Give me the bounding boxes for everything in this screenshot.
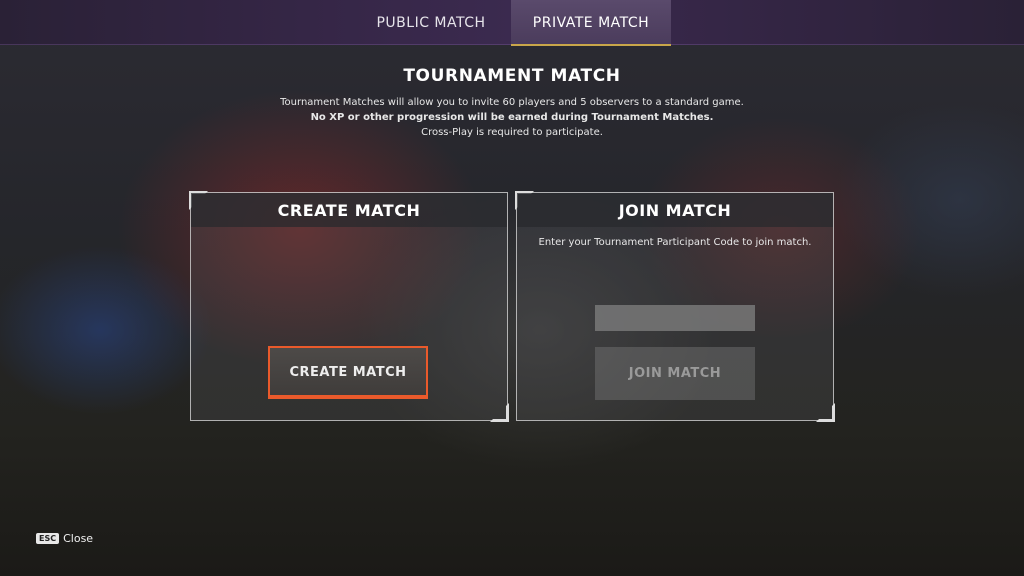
corner-accent: [816, 403, 835, 422]
join-match-panel: JOIN MATCH Enter your Tournament Partici…: [515, 191, 835, 422]
tab-public-match[interactable]: PUBLIC MATCH: [352, 0, 510, 44]
join-match-panel-title: JOIN MATCH: [517, 193, 833, 227]
esc-key-icon: ESC: [36, 532, 60, 544]
description-line-3: Cross-Play is required to participate.: [421, 127, 603, 138]
create-match-button[interactable]: CREATE MATCH: [268, 346, 428, 399]
create-match-panel: CREATE MATCH CREATE MATCH: [189, 191, 509, 422]
description-line-2: No XP or other progression will be earne…: [310, 112, 714, 123]
participant-code-input[interactable]: [595, 305, 755, 331]
participant-code-hint: Enter your Tournament Participant Code t…: [538, 237, 812, 248]
page-title: TOURNAMENT MATCH: [403, 66, 621, 86]
close-label: Close: [63, 531, 94, 545]
close-hint[interactable]: ESC Close: [36, 531, 93, 545]
corner-accent: [490, 403, 509, 422]
description-line-1: Tournament Matches will allow you to inv…: [280, 97, 744, 108]
top-nav-bar: PUBLIC MATCH PRIVATE MATCH: [0, 0, 1024, 46]
join-match-button[interactable]: JOIN MATCH: [595, 347, 755, 400]
create-match-panel-title: CREATE MATCH: [191, 193, 507, 227]
tab-private-match[interactable]: PRIVATE MATCH: [511, 0, 671, 46]
